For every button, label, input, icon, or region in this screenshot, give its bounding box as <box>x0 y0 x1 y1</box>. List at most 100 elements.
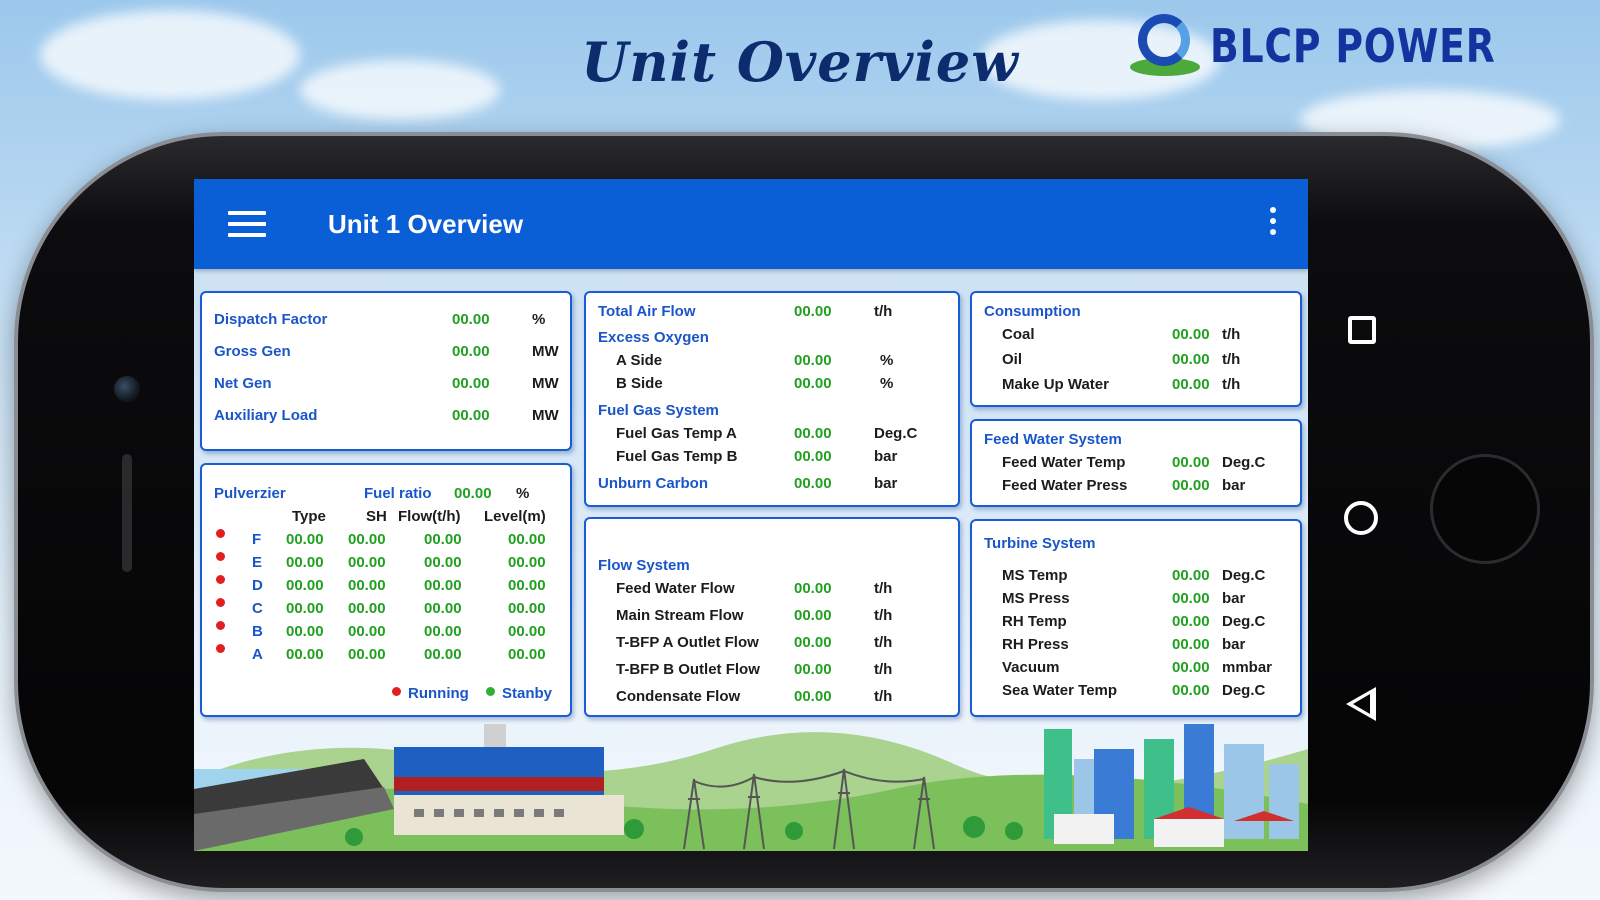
row-unit: Deg.C <box>874 425 918 442</box>
flow-value: 00.00 <box>424 554 462 571</box>
running-legend-label: Running <box>408 685 469 702</box>
running-legend-icon <box>392 687 401 696</box>
fuel-ratio-label: Fuel ratio <box>364 485 432 502</box>
row-unit: mmbar <box>1222 659 1273 676</box>
level-value: 00.00 <box>508 531 546 548</box>
level-value: 00.00 <box>508 646 546 663</box>
row-unit: t/h <box>1222 351 1241 368</box>
flow-system-panel: Flow System Feed Water Flow 00.00 t/h Ma… <box>584 517 960 717</box>
dispatch-panel: Dispatch Factor 00.00 % Gross Gen 00.00 … <box>200 291 572 451</box>
row-value: 00.00 <box>794 688 832 705</box>
sh-value: 00.00 <box>348 646 386 663</box>
running-status-icon <box>216 529 225 538</box>
sh-value: 00.00 <box>348 554 386 571</box>
row-label: T-BFP B Outlet Flow <box>616 661 760 678</box>
consumption-title: Consumption <box>984 303 1081 320</box>
flow-value: 00.00 <box>424 577 462 594</box>
row-value: 00.00 <box>452 407 490 424</box>
type-value: 00.00 <box>286 554 324 571</box>
feed-water-title: Feed Water System <box>984 431 1122 448</box>
row-value: 00.00 <box>794 580 832 597</box>
phone-frame: Unit 1 Overview Dispatch Factor 00.00 % … <box>14 132 1594 892</box>
turbine-panel: Turbine System MS Temp 00.00 Deg.C MS Pr… <box>970 519 1302 717</box>
mill-label: A <box>252 646 263 663</box>
dispatch-row: Net Gen 00.00 MW <box>214 375 564 395</box>
blcp-logo-icon <box>1128 14 1200 78</box>
feed-water-panel: Feed Water System Feed Water Temp 00.00 … <box>970 419 1302 507</box>
column-header: Flow(t/h) <box>398 508 461 525</box>
row-label: B Side <box>616 375 663 392</box>
row-label: Feed Water Flow <box>616 580 735 597</box>
fuel-ratio-value: 00.00 <box>454 485 492 502</box>
row-value: 00.00 <box>1172 682 1210 699</box>
row-label: Make Up Water <box>1002 376 1109 393</box>
row-value: 00.00 <box>1172 590 1210 607</box>
turbine-row: MS Temp 00.00 Deg.C <box>984 567 1294 587</box>
row-label: Main Stream Flow <box>616 607 744 624</box>
flow-row: T-BFP A Outlet Flow 00.00 t/h <box>598 634 948 654</box>
row-value: 00.00 <box>452 311 490 328</box>
level-value: 00.00 <box>508 623 546 640</box>
row-value: 00.00 <box>452 343 490 360</box>
home-icon[interactable] <box>1344 501 1378 535</box>
row-unit: Deg.C <box>1222 454 1266 471</box>
more-options-icon[interactable] <box>1268 207 1278 241</box>
menu-icon[interactable] <box>228 211 266 237</box>
turbine-row: MS Press 00.00 bar <box>984 590 1294 610</box>
row-unit: t/h <box>874 607 893 624</box>
row-unit: MW <box>532 343 559 360</box>
back-icon[interactable] <box>1346 687 1376 721</box>
sh-value: 00.00 <box>348 623 386 640</box>
fuel-gas-system-heading: Fuel Gas System <box>598 402 719 419</box>
app-screen: Unit 1 Overview Dispatch Factor 00.00 % … <box>194 179 1308 851</box>
running-status-icon <box>216 552 225 561</box>
row-label: MS Press <box>1002 590 1070 607</box>
row-unit: % <box>880 352 894 369</box>
speaker-grille <box>122 454 132 572</box>
row-unit: bar <box>1222 477 1246 494</box>
feed-water-row: Feed Water Press 00.00 bar <box>984 477 1294 497</box>
row-label: Fuel Gas Temp A <box>616 425 737 442</box>
row-unit: bar <box>874 448 898 465</box>
sh-value: 00.00 <box>348 600 386 617</box>
row-value: 00.00 <box>452 375 490 392</box>
row-value: 00.00 <box>1172 613 1210 630</box>
running-status-icon <box>216 575 225 584</box>
running-status-icon <box>216 621 225 630</box>
row-label: Dispatch Factor <box>214 311 328 328</box>
running-status-icon <box>216 598 225 607</box>
type-value: 00.00 <box>286 577 324 594</box>
table-row: D 00.00 00.00 00.00 00.00 <box>202 575 572 597</box>
column-header: SH <box>366 508 387 525</box>
home-button[interactable] <box>1430 454 1540 564</box>
row-unit: % <box>532 311 546 328</box>
turbine-title: Turbine System <box>984 535 1096 552</box>
row-label: MS Temp <box>1002 567 1068 584</box>
level-value: 00.00 <box>508 600 546 617</box>
app-bar: Unit 1 Overview <box>194 179 1308 269</box>
row-label: Coal <box>1002 326 1035 343</box>
flow-value: 00.00 <box>424 623 462 640</box>
type-value: 00.00 <box>286 600 324 617</box>
row-value: 00.00 <box>794 661 832 678</box>
mill-label: B <box>252 623 263 640</box>
mill-label: D <box>252 577 263 594</box>
mill-label: E <box>252 554 263 571</box>
row-value: 00.00 <box>794 375 832 392</box>
air-gas-panel: Total Air Flow 00.00 t/h Excess Oxygen A… <box>584 291 960 507</box>
front-camera-icon <box>114 376 140 402</box>
a-side-row: A Side 00.00 % <box>598 352 948 372</box>
recent-apps-icon[interactable] <box>1348 316 1376 344</box>
row-label: Vacuum <box>1002 659 1060 676</box>
row-unit: t/h <box>874 580 893 597</box>
table-row: E 00.00 00.00 00.00 00.00 <box>202 552 572 574</box>
row-unit: MW <box>532 375 559 392</box>
row-value: 00.00 <box>794 607 832 624</box>
flow-row: Main Stream Flow 00.00 t/h <box>598 607 948 627</box>
turbine-row: Vacuum 00.00 mmbar <box>984 659 1294 679</box>
dispatch-row: Dispatch Factor 00.00 % <box>214 311 564 331</box>
row-label: Condensate Flow <box>616 688 741 705</box>
fuel-gas-temp-b-row: Fuel Gas Temp B 00.00 bar <box>598 448 948 468</box>
flow-system-title: Flow System <box>598 557 690 574</box>
flow-row: Condensate Flow 00.00 t/h <box>598 688 948 708</box>
